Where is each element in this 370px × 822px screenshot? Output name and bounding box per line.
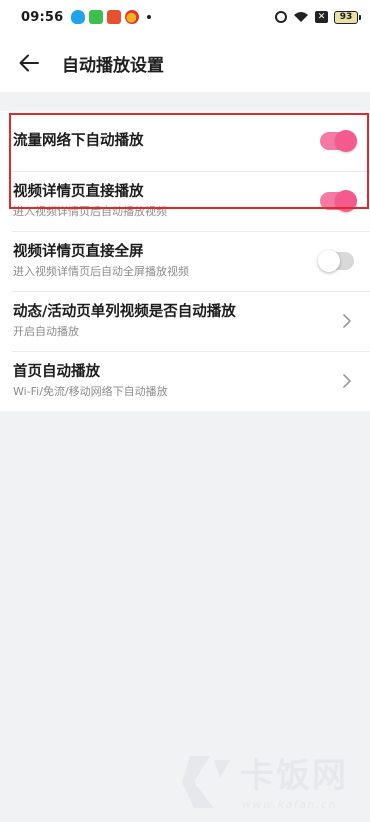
setting-title: 流量网络下自动播放 <box>13 132 144 149</box>
setting-subtitle: 进入视频详情页后自动播放视频 <box>13 205 167 218</box>
toggle-knob <box>335 130 357 152</box>
setting-row-mobile-data-autoplay[interactable]: 流量网络下自动播放 <box>0 111 370 171</box>
sim-off-icon: ✕ <box>315 11 328 23</box>
more-notifications-icon <box>147 15 152 19</box>
setting-row-detail-fullscreen[interactable]: 视频详情页直接全屏 进入视频详情页后自动全屏播放视频 <box>0 231 370 291</box>
watermark: 卡饭网 www.kafan.cn <box>180 748 370 822</box>
setting-text: 首页自动播放 Wi-Fi/免流/移动网络下自动播放 <box>13 363 340 399</box>
wechat-icon <box>89 10 104 24</box>
alarm-icon <box>275 11 287 23</box>
weibo-icon <box>125 10 140 24</box>
toggle-knob <box>335 190 357 212</box>
setting-row-detail-direct-play[interactable]: 视频详情页直接播放 进入视频详情页后自动播放视频 <box>0 171 370 231</box>
mobile-data-autoplay-toggle[interactable] <box>320 130 357 152</box>
setting-text: 视频详情页直接播放 进入视频详情页后自动播放视频 <box>13 183 320 219</box>
detail-fullscreen-toggle[interactable] <box>318 250 354 272</box>
qq-icon <box>71 10 86 24</box>
setting-row-feed-single-column-autoplay[interactable]: 动态/活动页单列视频是否自动播放 开启自动播放 <box>0 291 370 351</box>
page-title: 自动播放设置 <box>62 55 164 76</box>
setting-title: 首页自动播放 <box>13 364 100 380</box>
watermark-url: www.kafan.cn <box>242 798 337 811</box>
header-bar: 自动播放设置 <box>0 34 370 92</box>
status-indicators: ✕ 93 <box>275 10 361 24</box>
setting-subtitle: 开启自动播放 <box>13 325 79 338</box>
setting-text: 流量网络下自动播放 <box>13 132 320 151</box>
setting-row-homepage-autoplay[interactable]: 首页自动播放 Wi-Fi/免流/移动网络下自动播放 <box>0 351 370 411</box>
detail-direct-play-toggle[interactable] <box>320 190 357 212</box>
setting-subtitle: Wi-Fi/免流/移动网络下自动播放 <box>13 385 168 398</box>
setting-title: 视频详情页直接全屏 <box>13 244 144 260</box>
status-time: 09:56 <box>21 9 64 25</box>
settings-list: 流量网络下自动播放 视频详情页直接播放 进入视频详情页后自动播放视频 视频详情页… <box>0 111 370 411</box>
setting-subtitle: 进入视频详情页后自动全屏播放视频 <box>13 265 189 278</box>
setting-text: 动态/活动页单列视频是否自动播放 开启自动播放 <box>13 303 340 339</box>
setting-text: 视频详情页直接全屏 进入视频详情页后自动全屏播放视频 <box>13 243 320 279</box>
notification-icons <box>71 10 152 24</box>
toggle-knob <box>318 250 340 272</box>
chevron-right-icon <box>343 374 351 388</box>
setting-title: 视频详情页直接播放 <box>13 184 144 200</box>
battery-icon: 93 <box>334 10 361 24</box>
watermark-logo-icon <box>182 756 230 808</box>
back-arrow-icon[interactable] <box>18 52 40 74</box>
app-icon <box>107 10 122 24</box>
chevron-right-icon <box>343 314 351 328</box>
watermark-text: 卡饭网 <box>240 756 348 796</box>
setting-title: 动态/活动页单列视频是否自动播放 <box>13 304 236 320</box>
status-bar: 09:56 ✕ 93 <box>0 0 370 34</box>
wifi-icon <box>294 12 308 22</box>
